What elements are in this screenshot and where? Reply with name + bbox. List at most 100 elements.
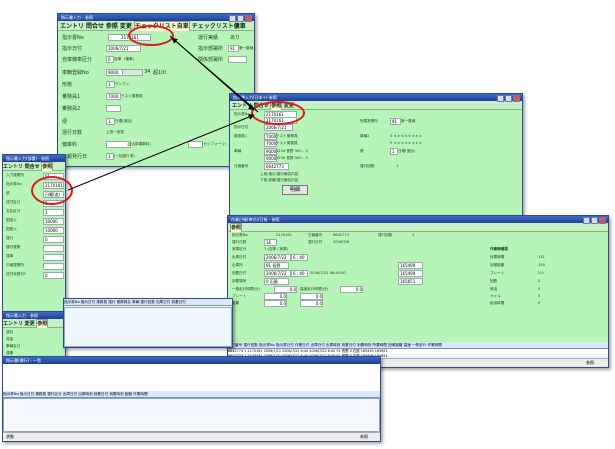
- left2-tabbar: エントリ 変更 参照: [3, 319, 65, 329]
- minimize-icon[interactable]: [497, 95, 504, 102]
- ref-arrive-date-field[interactable]: 2006/7/22: [264, 270, 291, 277]
- driver2-code-field[interactable]: [106, 105, 121, 112]
- radio-upper[interactable]: 上段:指示/運行報告内容: [260, 172, 298, 177]
- driver1-label: 乗務員1: [234, 134, 248, 138]
- date-no-field[interactable]: 6642773: [264, 163, 289, 170]
- driver1-name: テスト乗務員: [276, 134, 298, 138]
- ref-arrive-time-field[interactable]: 6 : 40: [291, 270, 308, 277]
- left-field-value[interactable]: 10000: [43, 227, 64, 234]
- shape-label: 形態: [62, 82, 73, 88]
- conv-name: 日曜(追加): [398, 149, 416, 153]
- highlight-order-no-detail: [251, 101, 305, 125]
- bottom-grid-body: [3, 398, 380, 432]
- tab-entry[interactable]: エントリ: [3, 163, 23, 171]
- left-field-label: 運行運業: [6, 245, 21, 249]
- main-window-titlebar: 指示書入力 - 参照: [58, 14, 254, 22]
- ref-meter1-field[interactable]: 165499: [398, 262, 423, 269]
- left-field-value[interactable]: 0: [43, 272, 64, 279]
- hire-field[interactable]: 0: [106, 141, 131, 148]
- related-field[interactable]: [228, 56, 247, 63]
- tab-reference[interactable]: 参照: [106, 22, 118, 31]
- ref-k6-value: 0: [538, 294, 541, 298]
- ref-plate-field[interactable]: 0.0: [264, 293, 287, 300]
- radio-lower[interactable]: 下段:実績/運行報告内容: [260, 178, 298, 183]
- convenience-code-field[interactable]: 1: [106, 118, 115, 125]
- ref-k5-value: 0: [538, 287, 541, 291]
- left-tabbar: エントリ 問合せ 参照: [3, 162, 65, 172]
- ref-order-no-label: 指示書No: [232, 233, 248, 237]
- ref-out-date-field[interactable]: 2006/7/22: [264, 254, 291, 261]
- maximize-icon[interactable]: [237, 15, 244, 22]
- tab-inquiry[interactable]: 問合せ: [25, 163, 40, 171]
- close-icon[interactable]: [245, 15, 252, 22]
- ref-real-type-value: 1 (空車 / 実車): [264, 247, 289, 251]
- shape-code-field[interactable]: 1: [106, 81, 115, 88]
- tab-checklist-hire[interactable]: チェックリスト傭車: [192, 22, 246, 31]
- left2-item: 車輌区分: [6, 344, 21, 348]
- ref-arrive-place-label: 到着場所: [232, 279, 247, 283]
- maximize-icon[interactable]: [591, 217, 598, 224]
- ref-k7-label: 給油時間: [490, 301, 505, 305]
- maximize-icon[interactable]: [505, 95, 512, 102]
- left-field-value[interactable]: [43, 245, 64, 252]
- order-date-label: 指示日付: [62, 46, 83, 52]
- bottom-status-text: 状態: [6, 434, 14, 439]
- highlight-order-no-main: [128, 25, 174, 46]
- vehicle-type-code[interactable]: 0: [106, 56, 114, 63]
- ref-meter2-field[interactable]: 165499: [398, 270, 423, 277]
- dept-code-field[interactable]: 91: [228, 45, 239, 52]
- order-date-field[interactable]: 2006/7/21: [264, 124, 293, 131]
- ref-run-date-value: 2006/5/8: [333, 240, 350, 244]
- ref-extra-field[interactable]: 0.0: [264, 300, 287, 307]
- route2-label: 車輌2: [360, 134, 370, 138]
- order-date-field[interactable]: 2006/7/21: [106, 45, 141, 52]
- ref-date-no-value: 6642773: [333, 233, 350, 237]
- detail-window-titlebar: 指示書入力(日本+)-参照: [230, 94, 522, 102]
- ref-arrive-place-field[interactable]: 0 石屋: [264, 278, 289, 285]
- route2-value: 0 ＊＊＊＊＊＊＊＊: [390, 134, 423, 138]
- left-field-value[interactable]: [43, 263, 64, 270]
- tab-entry[interactable]: エントリ: [60, 22, 84, 31]
- minimize-icon[interactable]: [583, 217, 590, 224]
- minimize-icon[interactable]: [229, 15, 236, 22]
- ref-run-days-label: 運行日数: [232, 240, 247, 244]
- tab-entry[interactable]: エントリ: [232, 102, 252, 110]
- ref-out-time-field[interactable]: 6 : 40: [291, 254, 308, 261]
- ref-k1-value: 131: [538, 255, 545, 259]
- tab-inquiry[interactable]: 問合せ: [86, 22, 104, 31]
- report-code-field[interactable]: 1: [106, 153, 114, 160]
- left-field-value[interactable]: 1: [43, 209, 64, 216]
- ref-highway-field[interactable]: 0.0: [340, 286, 363, 293]
- middle-grid-body: [64, 307, 232, 347]
- vehicle-no-field[interactable]: 9000: [106, 69, 123, 76]
- ref-out-place-field[interactable]: 91 長野: [264, 262, 289, 269]
- ref-meter3-field[interactable]: 165651: [398, 278, 423, 285]
- left-field-value[interactable]: [43, 254, 64, 261]
- close-icon[interactable]: [599, 217, 606, 224]
- middle-list-window: 指示書No 指示日付 乗務員 運行 乗務員名 車輌 運行回数 出庫日付 到着日付: [63, 298, 233, 348]
- shape-name: ワンマン: [115, 82, 130, 86]
- tab-entry[interactable]: エントリ: [3, 320, 23, 328]
- left-field-value[interactable]: 10000: [43, 218, 64, 225]
- ref-general-time-field[interactable]: 0.0: [274, 286, 297, 293]
- date-no-label: 日報番号: [234, 164, 249, 168]
- ref-run-label: 運行回数: [378, 233, 393, 237]
- tab-change[interactable]: 変更: [25, 320, 35, 328]
- conv-code[interactable]: 1: [390, 148, 398, 155]
- vehicle-type-name: 自車: [114, 57, 122, 61]
- left-field-label: 支払区分: [6, 209, 21, 213]
- driver1-code-field[interactable]: 7000: [106, 93, 121, 100]
- ref-run-days-field[interactable]: 16: [264, 239, 277, 246]
- ref-gas2-field[interactable]: 0.0: [300, 300, 323, 307]
- close-icon[interactable]: [513, 95, 520, 102]
- dept-code[interactable]: 91: [390, 118, 401, 125]
- ref-k4-label: 回数: [490, 279, 498, 283]
- run-date-person: 上田一故賢: [106, 130, 124, 134]
- convenience-label: 便: [62, 119, 68, 125]
- left-field-value[interactable]: 0: [43, 236, 64, 243]
- ref-gas1-field[interactable]: 0.0: [300, 293, 323, 300]
- left-window-titlebar: 指示書入力(部署) - 参照: [3, 155, 65, 162]
- run-date-label: 運行日数: [62, 130, 83, 136]
- detail-button[interactable]: 明細: [282, 185, 308, 195]
- hire-right-field[interactable]: [188, 141, 203, 148]
